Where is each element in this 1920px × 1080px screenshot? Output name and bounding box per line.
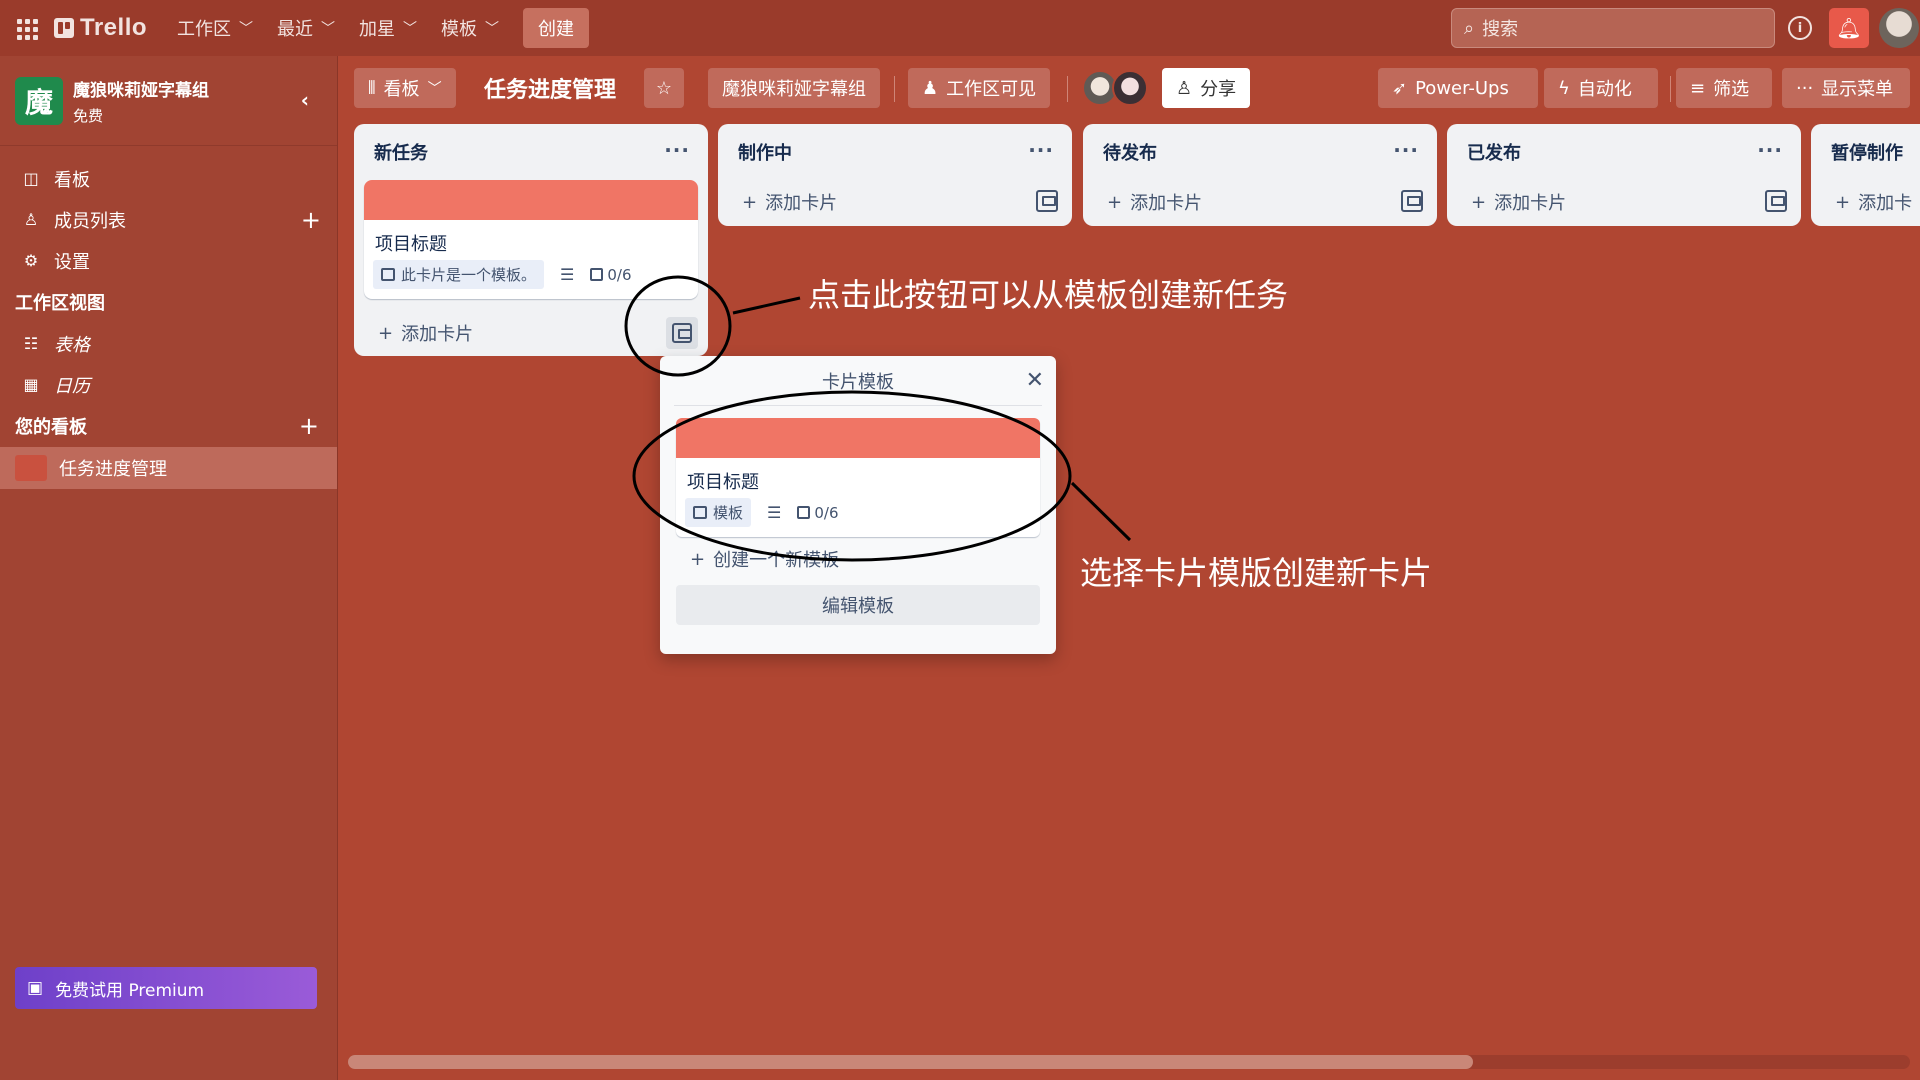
annotation-line-template bbox=[1070, 481, 1132, 542]
annotation-overlay bbox=[624, 275, 1132, 562]
scrollbar-thumb[interactable] bbox=[348, 1055, 1473, 1069]
annotation-button-hint: 点击此按钮可以从模板创建新任务 bbox=[808, 276, 1289, 314]
annotation-circle-template bbox=[632, 390, 1072, 562]
annotation-line-button bbox=[732, 296, 801, 315]
annotation-circle-button bbox=[624, 275, 732, 377]
horizontal-scrollbar[interactable] bbox=[348, 1055, 1910, 1069]
annotation-select-hint: 选择卡片模版创建新卡片 bbox=[1080, 554, 1433, 592]
